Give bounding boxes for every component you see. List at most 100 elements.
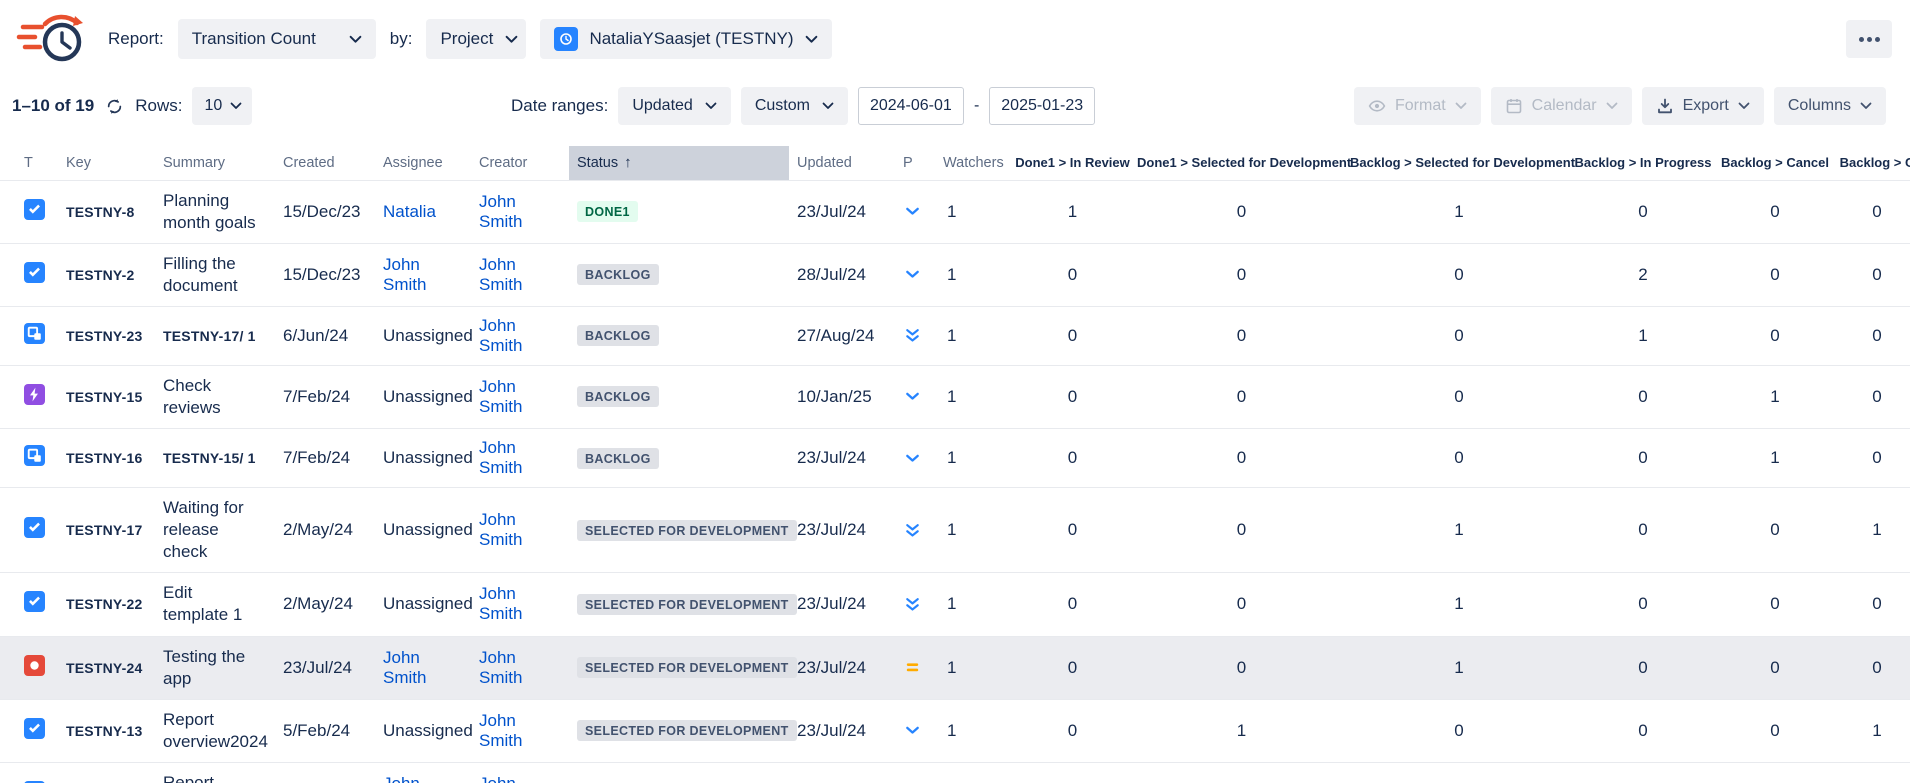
table-row[interactable]: TESTNY-23TESTNY-17/ 16/Jun/24UnassignedJ…	[0, 306, 1910, 365]
col-header-type[interactable]: T	[0, 146, 58, 180]
table-row[interactable]: TESTNY-13Report overview20245/Feb/24Unas…	[0, 699, 1910, 762]
col-header-t2[interactable]: Done1 > Selected for Development	[1135, 146, 1348, 180]
created-date: 15/Dec/23	[275, 243, 375, 306]
col-header-label: Backlog > C	[1840, 155, 1910, 170]
chevron-down-icon	[1606, 102, 1618, 110]
refresh-button[interactable]	[104, 96, 125, 117]
table-row[interactable]: TESTNY-16TESTNY-15/ 17/Feb/24UnassignedJ…	[0, 429, 1910, 488]
subtask-icon	[24, 323, 45, 344]
creator[interactable]: John Smith	[479, 192, 522, 231]
subtask-icon	[24, 445, 45, 466]
col-header-t4[interactable]: Backlog > In Progress	[1570, 146, 1716, 180]
assignee: Unassigned	[383, 448, 473, 467]
assignee[interactable]: John Smith	[383, 774, 426, 783]
table-row[interactable]: TESTNY-17Waiting for release check2/May/…	[0, 488, 1910, 573]
assignee[interactable]: Natalia	[383, 202, 436, 221]
transition-count: 1	[1010, 762, 1135, 783]
assignee[interactable]: John Smith	[383, 648, 426, 687]
col-header-label: P	[903, 155, 913, 171]
chevron-down-icon	[1860, 102, 1872, 110]
status-badge: BACKLOG	[577, 264, 659, 285]
watchers-count: 1	[935, 573, 1010, 636]
format-dropdown[interactable]: Format	[1354, 87, 1481, 125]
table-row[interactable]: TESTNY-15Check reviews7/Feb/24Unassigned…	[0, 365, 1910, 428]
date-range-controls: Date ranges: Updated Custom -	[511, 87, 1095, 125]
table-row[interactable]: TESTNY-6Report overview15/Dec/23John Smi…	[0, 762, 1910, 783]
rows-per-page-dropdown[interactable]: 10	[192, 87, 252, 125]
assignee: Unassigned	[383, 387, 473, 406]
table-row[interactable]: TESTNY-24Testing the app23/Jul/24John Sm…	[0, 636, 1910, 699]
creator[interactable]: John Smith	[479, 648, 522, 687]
report-label: Report:	[108, 29, 164, 49]
date-mode-dropdown[interactable]: Custom	[741, 87, 848, 125]
app-logo	[14, 10, 94, 68]
watchers-count: 1	[935, 636, 1010, 699]
col-header-summary[interactable]: Summary	[155, 146, 275, 180]
col-header-updated[interactable]: Updated	[789, 146, 895, 180]
transition-count: 0	[1135, 429, 1348, 488]
creator[interactable]: John Smith	[479, 584, 522, 623]
pagination-info: 1–10 of 19	[12, 96, 94, 116]
issue-key: TESTNY-15	[58, 365, 155, 428]
creator[interactable]: John Smith	[479, 255, 522, 294]
creator[interactable]: John Smith	[479, 438, 522, 477]
transition-count: 0	[1135, 488, 1348, 573]
group-by-dropdown[interactable]: Project	[426, 19, 526, 59]
transition-count: 0	[1010, 573, 1135, 636]
col-header-watchers[interactable]: Watchers	[935, 146, 1010, 180]
transition-count: 1	[1348, 636, 1570, 699]
export-dropdown[interactable]: Export	[1642, 87, 1764, 125]
col-header-created[interactable]: Created	[275, 146, 375, 180]
transition-count: 0	[1010, 488, 1135, 573]
table-row[interactable]: TESTNY-2Filling the document15/Dec/23Joh…	[0, 243, 1910, 306]
columns-dropdown[interactable]: Columns	[1774, 87, 1886, 125]
transition-count: 0	[1834, 636, 1910, 699]
created-date: 23/Jul/24	[275, 636, 375, 699]
transition-count: 0	[1834, 573, 1910, 636]
created-date: 2/May/24	[275, 488, 375, 573]
status-badge: SELECTED FOR DEVELOPMENT	[577, 520, 797, 541]
updated-date: 10/Jan/25	[789, 365, 895, 428]
updated-date: 23/Jul/24	[789, 180, 895, 243]
group-by-value: Project	[440, 29, 493, 49]
more-options-button[interactable]	[1846, 20, 1892, 58]
created-date: 15/Dec/23	[275, 762, 375, 783]
col-header-creator[interactable]: Creator	[471, 146, 569, 180]
col-header-priority[interactable]: P	[895, 146, 935, 180]
col-header-label: T	[24, 155, 33, 171]
table-row[interactable]: TESTNY-8Planning month goals15/Dec/23Nat…	[0, 180, 1910, 243]
creator[interactable]: John Smith	[479, 510, 522, 549]
date-from-input[interactable]	[858, 87, 964, 125]
project-dropdown[interactable]: NataliaYSaasjet (TESTNY)	[540, 19, 831, 59]
priority-lowest-icon	[903, 521, 927, 540]
watchers-count: 1	[935, 243, 1010, 306]
transition-count: 0	[1010, 243, 1135, 306]
report-type-dropdown[interactable]: Transition Count	[178, 19, 376, 59]
col-header-status[interactable]: Status↑	[569, 146, 789, 180]
calendar-dropdown[interactable]: Calendar	[1491, 87, 1632, 125]
export-label: Export	[1683, 97, 1729, 115]
table-row[interactable]: TESTNY-22Edit template 12/May/24Unassign…	[0, 573, 1910, 636]
col-header-t6[interactable]: Backlog > C	[1834, 146, 1910, 180]
download-icon	[1656, 97, 1674, 115]
col-header-t3[interactable]: Backlog > Selected for Development	[1348, 146, 1570, 180]
format-label: Format	[1395, 97, 1446, 115]
transition-count: 0	[1135, 243, 1348, 306]
updated-date: 23/Jul/24	[789, 699, 895, 762]
col-header-assignee[interactable]: Assignee	[375, 146, 471, 180]
date-field-dropdown[interactable]: Updated	[618, 87, 731, 125]
transition-count: 0	[1570, 636, 1716, 699]
assignee[interactable]: John Smith	[383, 255, 426, 294]
creator[interactable]: John Smith	[479, 711, 522, 750]
date-to-input[interactable]	[989, 87, 1095, 125]
col-header-key[interactable]: Key	[58, 146, 155, 180]
created-date: 6/Jun/24	[275, 306, 375, 365]
issue-key: TESTNY-23	[58, 306, 155, 365]
col-header-t5[interactable]: Backlog > Cancel	[1716, 146, 1834, 180]
col-header-t1[interactable]: Done1 > In Review	[1010, 146, 1135, 180]
chevron-down-icon	[822, 102, 834, 110]
creator[interactable]: John Smith	[479, 377, 522, 416]
creator[interactable]: John Smith	[479, 774, 522, 783]
date-separator: -	[974, 97, 979, 115]
creator[interactable]: John Smith	[479, 316, 522, 355]
